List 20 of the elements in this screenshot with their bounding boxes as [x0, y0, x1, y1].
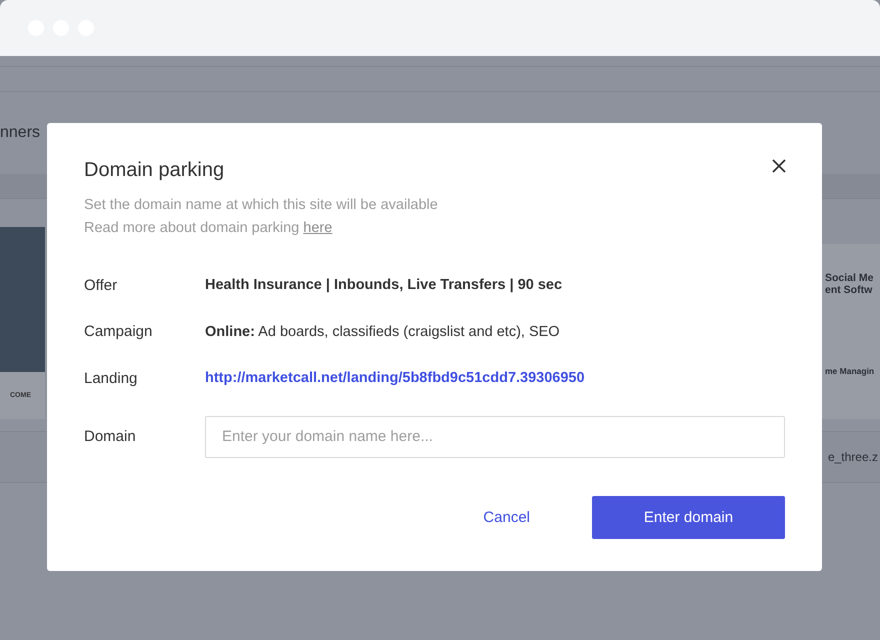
enter-domain-button[interactable]: Enter domain — [592, 496, 785, 538]
field-label: Campaign — [84, 323, 154, 340]
help-text: Read more about domain parking here — [84, 219, 334, 238]
close-icon[interactable] — [772, 159, 786, 173]
dialog-description: Set the domain name at which this site will be available — [84, 196, 439, 215]
page-heading: nners — [0, 124, 40, 142]
field-value: Health Insurance | Inbounds, Live Transfers | 90 sec — [205, 277, 562, 294]
domain-input[interactable]: Enter your domain name here... — [205, 416, 785, 458]
file-name: e_three.z — [828, 450, 878, 464]
field-label: Landing — [84, 370, 138, 387]
card-headline: Social Me — [825, 272, 874, 284]
help-link[interactable]: here — [303, 220, 332, 236]
card-headline: ent Softw — [825, 284, 872, 296]
field-value: Online: Ad boards, classifieds (craigslist and etc), SEO — [205, 324, 560, 340]
field-label: Domain — [84, 428, 137, 445]
landing-link[interactable]: http://marketcall.net/landing/5b8fbd9c51cdd7.39306950 — [205, 370, 585, 386]
field-label: Offer — [84, 276, 118, 294]
card-caption: me Managin — [825, 366, 874, 376]
cancel-button[interactable]: Cancel — [483, 508, 530, 526]
dialog-title: Domain parking — [84, 159, 224, 182]
